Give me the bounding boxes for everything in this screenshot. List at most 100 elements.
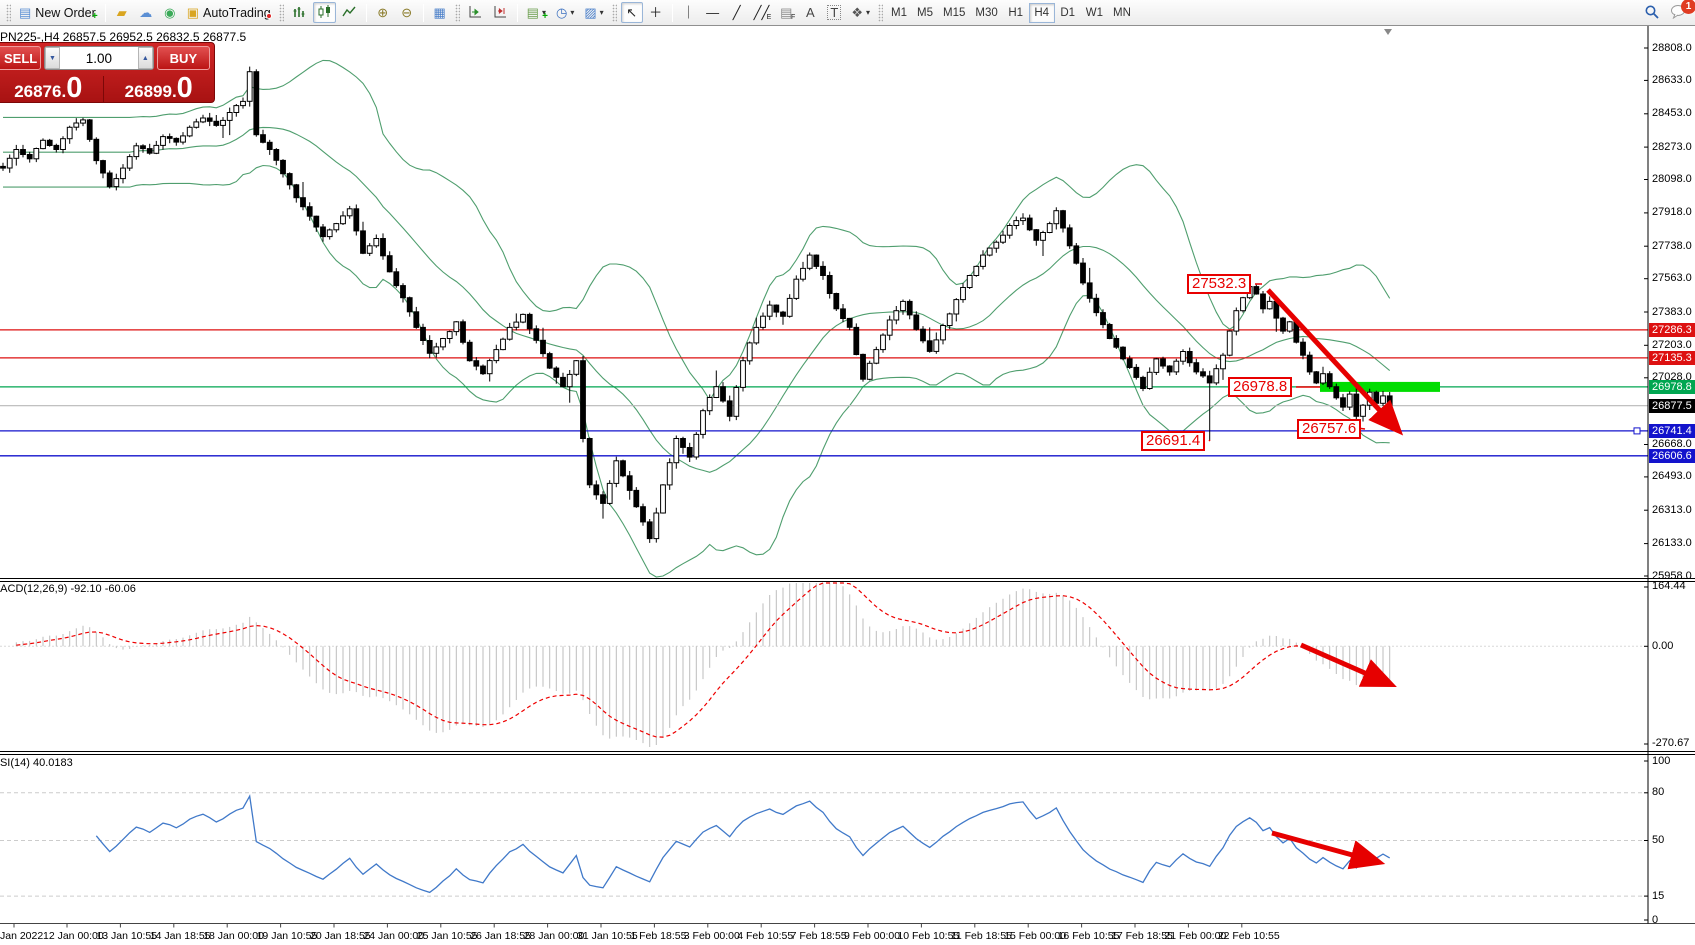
signal-icon: ◉: [164, 6, 175, 19]
timeframe-button-m30[interactable]: M30: [970, 3, 1002, 23]
icon-letter: E: [767, 14, 772, 21]
buy-price[interactable]: 26899.0: [107, 75, 210, 102]
price-tick-label: 27203.0: [1652, 339, 1695, 351]
new-order-button[interactable]: ▤+New Order: [15, 2, 100, 23]
auto-scroll-button[interactable]: [464, 2, 487, 23]
add-indicator-button[interactable]: ▤+▾: [523, 2, 550, 23]
macd-indicator-label: MACD(12,26,9) -92.10 -60.06: [0, 583, 136, 595]
timeframe-button-mn[interactable]: MN: [1108, 3, 1136, 23]
time-axis-label: 4 Feb 10:55: [737, 930, 793, 942]
sell-button[interactable]: SELL: [0, 46, 41, 70]
autotrading-button-label: AutoTrading: [203, 6, 271, 20]
bollinger-bands: [3, 60, 1390, 577]
time-axis-label: 31 Jan 10:55: [577, 930, 638, 942]
dropdown-caret-icon: ▾: [866, 8, 870, 17]
price-callout-26691.4[interactable]: 26691.4: [1141, 431, 1205, 451]
search-icon: [1644, 4, 1660, 22]
fibonacci-button[interactable]: ▤F: [775, 2, 797, 23]
toolbar: ▤+New Order ▰ ☁ ◉ ▣ AutoTrading ⊕ ⊖ ▦ ▤+▾◷▾▨▾ ↖ ＋ ｜—…: [0, 0, 1695, 26]
plus-overlay-icon: +: [542, 13, 548, 21]
tile-windows-button[interactable]: ▦: [429, 2, 451, 23]
callout-connector: [1209, 440, 1210, 441]
dropdown-caret-icon: ▾: [570, 8, 574, 17]
timeframe-button-m5[interactable]: M5: [912, 3, 938, 23]
tile-windows-icon: ▦: [434, 6, 446, 19]
autotrading-icon: ▣: [187, 6, 199, 19]
chart-canvas[interactable]: [0, 26, 1695, 945]
crosshair-button[interactable]: ＋: [645, 2, 667, 23]
toolbar-separator: [672, 4, 673, 22]
zoom-out-button[interactable]: ⊖: [396, 2, 418, 23]
price-tick-label: 28808.0: [1652, 42, 1695, 54]
price-callout-27532.3[interactable]: 27532.3: [1187, 274, 1251, 294]
bar-chart-button[interactable]: [288, 2, 311, 23]
cloud-icon: ☁: [139, 6, 152, 19]
new-order-button-label: New Order: [35, 6, 95, 20]
templates-dropdown-button[interactable]: ▨▾: [580, 2, 607, 23]
search-button[interactable]: [1640, 2, 1664, 23]
price-last-digit: 0: [66, 75, 82, 101]
sell-price[interactable]: 26876.0: [0, 75, 100, 102]
price-callout-26757.6[interactable]: 26757.6: [1297, 419, 1361, 439]
volume-decrease-button[interactable]: ▼: [45, 47, 60, 69]
macd-axis-label: -270.67: [1652, 737, 1695, 749]
zoom-in-icon: ⊕: [377, 6, 388, 19]
cursor-button[interactable]: ↖: [621, 2, 643, 23]
volume-increase-button[interactable]: ▲: [138, 47, 153, 69]
toolbar-grip: [878, 4, 883, 22]
toolbar-grip: [612, 4, 617, 22]
zoom-in-button[interactable]: ⊕: [372, 2, 394, 23]
price-tick-label: 26133.0: [1652, 537, 1695, 549]
price-level-badge: 26741.4: [1649, 424, 1695, 438]
volume-input[interactable]: [60, 48, 138, 68]
autotrading-button[interactable]: ▣ AutoTrading: [183, 2, 275, 23]
price-tick-label: 26493.0: [1652, 470, 1695, 482]
price-callout-26978.8[interactable]: 26978.8: [1228, 377, 1292, 397]
time-axis-label: 14 Jan 18:55: [150, 930, 211, 942]
trendline-button[interactable]: ╱: [726, 2, 748, 23]
timeframe-button-m15[interactable]: M15: [938, 3, 970, 23]
timeframe-button-w1[interactable]: W1: [1081, 3, 1108, 23]
arrows-object-button[interactable]: ❖▾: [847, 2, 874, 23]
time-axis-label: 3 Feb 00:00: [684, 930, 740, 942]
price-tick-label: 27918.0: [1652, 206, 1695, 218]
toolbar-grip: [279, 4, 284, 22]
text-button[interactable]: A: [799, 2, 821, 23]
trend-arrow-3[interactable]: [1272, 833, 1378, 862]
time-axis-label: 19 Jan 10:55: [257, 930, 318, 942]
candles: [1, 67, 1393, 543]
volume-stepper: ▼ ▲: [44, 46, 154, 70]
timeframe-button-d1[interactable]: D1: [1055, 3, 1081, 23]
horizontal-line-button[interactable]: —: [702, 2, 724, 23]
macd-indicator: [0, 583, 1648, 747]
dropdown-caret-icon: ▾: [600, 8, 604, 17]
signals-icon-button[interactable]: ◉: [159, 2, 181, 23]
timeframe-button-m1[interactable]: M1: [886, 3, 912, 23]
line-chart-button[interactable]: [338, 2, 361, 23]
chart-shift-marker[interactable]: [1384, 29, 1392, 35]
timeframe-button-h4[interactable]: H4: [1029, 3, 1055, 23]
vertical-line-button[interactable]: ｜: [678, 2, 700, 23]
community-icon-button[interactable]: ☁: [135, 2, 157, 23]
crosshair-icon: ＋: [649, 6, 662, 19]
periods-dropdown-button[interactable]: ◷▾: [552, 2, 578, 23]
time-axis-label: 22 Feb 10:55: [1218, 930, 1280, 942]
candlestick-chart-button[interactable]: [313, 2, 336, 23]
one-click-trading-panel: SELL ▼ ▲ BUY 26876.0 26899.0: [0, 42, 215, 103]
arrows-icon: ❖: [851, 6, 863, 19]
wallet-icon: ▰: [117, 6, 127, 19]
time-axis-label: 9 Feb 00:00: [844, 930, 900, 942]
deposit-icon-button[interactable]: ▰: [111, 2, 133, 23]
notifications-button[interactable]: 1: [1666, 2, 1691, 23]
text-label-button[interactable]: T: [823, 2, 845, 23]
price-level-badge: 26606.6: [1649, 449, 1695, 463]
trend-arrow-1[interactable]: [1268, 290, 1398, 430]
chart-shift-button[interactable]: [489, 2, 512, 23]
hline-handle[interactable]: [1634, 428, 1640, 434]
trendline-icon: ╱: [733, 6, 741, 19]
time-axis-label: 13 Jan 10:55: [96, 930, 157, 942]
equidistant-channel-button[interactable]: ╱╱E: [750, 2, 774, 23]
timeframe-button-h1[interactable]: H1: [1003, 3, 1029, 23]
buy-button[interactable]: BUY: [157, 46, 210, 70]
text-label-icon: T: [827, 5, 841, 20]
